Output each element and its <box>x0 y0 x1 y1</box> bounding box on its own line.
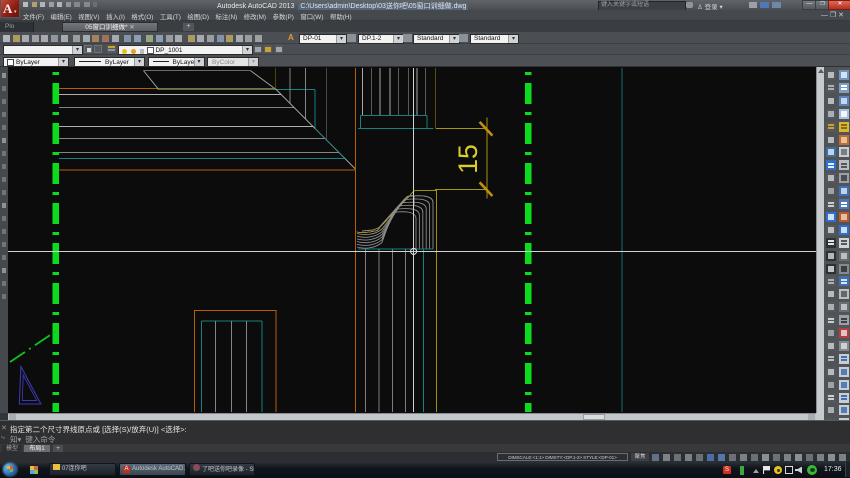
svg-text:15: 15 <box>453 144 483 173</box>
